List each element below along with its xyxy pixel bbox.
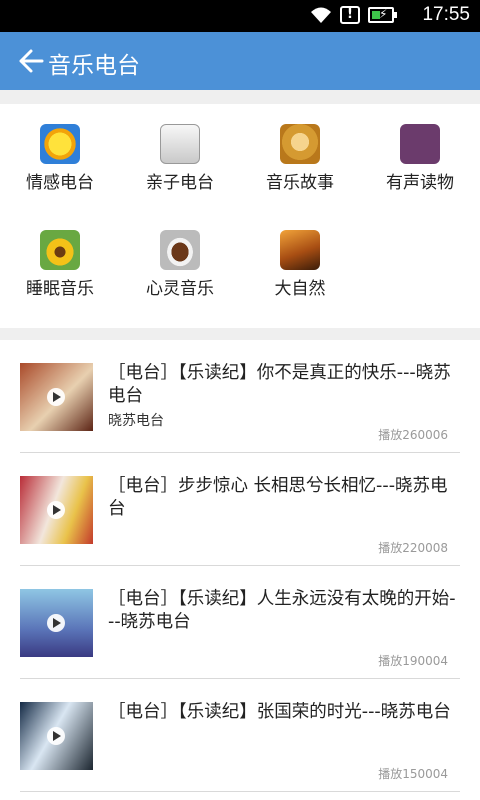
category-soul[interactable]: 心灵音乐 <box>125 230 235 299</box>
category-nature[interactable]: 大自然 <box>245 230 355 299</box>
thumbnail <box>20 589 93 657</box>
divider <box>20 791 460 792</box>
radio-list: ［电台］【乐读纪】你不是真正的快乐---晓苏电台 晓苏电台 播放260006 ［… <box>0 340 480 800</box>
category-music-story[interactable]: 音乐故事 <box>245 124 355 193</box>
category-label: 大自然 <box>274 279 326 299</box>
category-label: 有声读物 <box>386 173 454 193</box>
play-icon[interactable] <box>47 614 65 632</box>
play-count: 播放150004 <box>378 767 448 781</box>
category-audiobook[interactable]: 有声读物 <box>365 124 475 193</box>
category-label: 睡眠音乐 <box>26 279 94 299</box>
category-label: 亲子电台 <box>146 173 214 193</box>
category-label: 心灵音乐 <box>146 279 214 299</box>
category-sleep[interactable]: 睡眠音乐 <box>5 230 115 299</box>
kid-toy-icon <box>160 124 200 164</box>
thumbnail <box>20 702 93 770</box>
item-title: ［电台］【乐读纪】人生永远没有太晚的开始---晓苏电台 <box>108 589 456 632</box>
status-time: 17:55 <box>422 4 470 25</box>
category-label: 情感电台 <box>26 173 94 193</box>
status-icons: ! ⚡ <box>310 6 397 24</box>
list-item[interactable]: ［电台］步步惊心 长相思兮长相忆---晓苏电台 播放220008 <box>0 453 480 566</box>
play-icon[interactable] <box>47 388 65 406</box>
play-count: 播放190004 <box>378 654 448 668</box>
sunset-icon <box>280 230 320 270</box>
list-item[interactable]: ［电台］【乐读纪】张国荣的时光---晓苏电台 播放150004 <box>0 679 480 792</box>
wifi-icon <box>311 7 331 23</box>
category-grid: 情感电台 亲子电台 音乐故事 有声读物 睡眠音乐 心灵音乐 大自然 <box>0 104 480 328</box>
headphones-icon <box>280 124 320 164</box>
notification-icon: ! <box>340 6 360 24</box>
play-count: 播放220008 <box>378 541 448 555</box>
category-label: 音乐故事 <box>266 173 334 193</box>
item-subtitle: 晓苏电台 <box>108 413 164 429</box>
status-bar: ! ⚡ 17:55 <box>0 0 480 32</box>
item-title: ［电台］步步惊心 长相思兮长相忆---晓苏电台 <box>108 476 448 519</box>
play-icon[interactable] <box>47 501 65 519</box>
category-emotion[interactable]: 情感电台 <box>5 124 115 193</box>
category-kids[interactable]: 亲子电台 <box>125 124 235 193</box>
app-header: 音乐电台 <box>0 32 480 90</box>
thumbnail <box>20 363 93 431</box>
coffee-icon <box>160 230 200 270</box>
play-icon[interactable] <box>47 727 65 745</box>
list-item[interactable]: ［电台］【乐读纪】你不是真正的快乐---晓苏电台 晓苏电台 播放260006 <box>0 340 480 453</box>
battery-icon: ⚡ <box>368 7 397 23</box>
sun-icon <box>40 124 80 164</box>
play-count: 播放260006 <box>378 428 448 442</box>
thumbnail <box>20 476 93 544</box>
list-item[interactable]: ［电台］【乐读纪】人生永远没有太晚的开始---晓苏电台 播放190004 <box>0 566 480 679</box>
item-title: ［电台］【乐读纪】你不是真正的快乐---晓苏电台 <box>108 363 451 406</box>
sunflower-icon <box>40 230 80 270</box>
page-title: 音乐电台 <box>48 53 140 79</box>
item-title: ［电台］【乐读纪】张国荣的时光---晓苏电台 <box>108 702 451 722</box>
back-arrow-icon[interactable] <box>18 48 44 74</box>
audiobook-icon <box>400 124 440 164</box>
